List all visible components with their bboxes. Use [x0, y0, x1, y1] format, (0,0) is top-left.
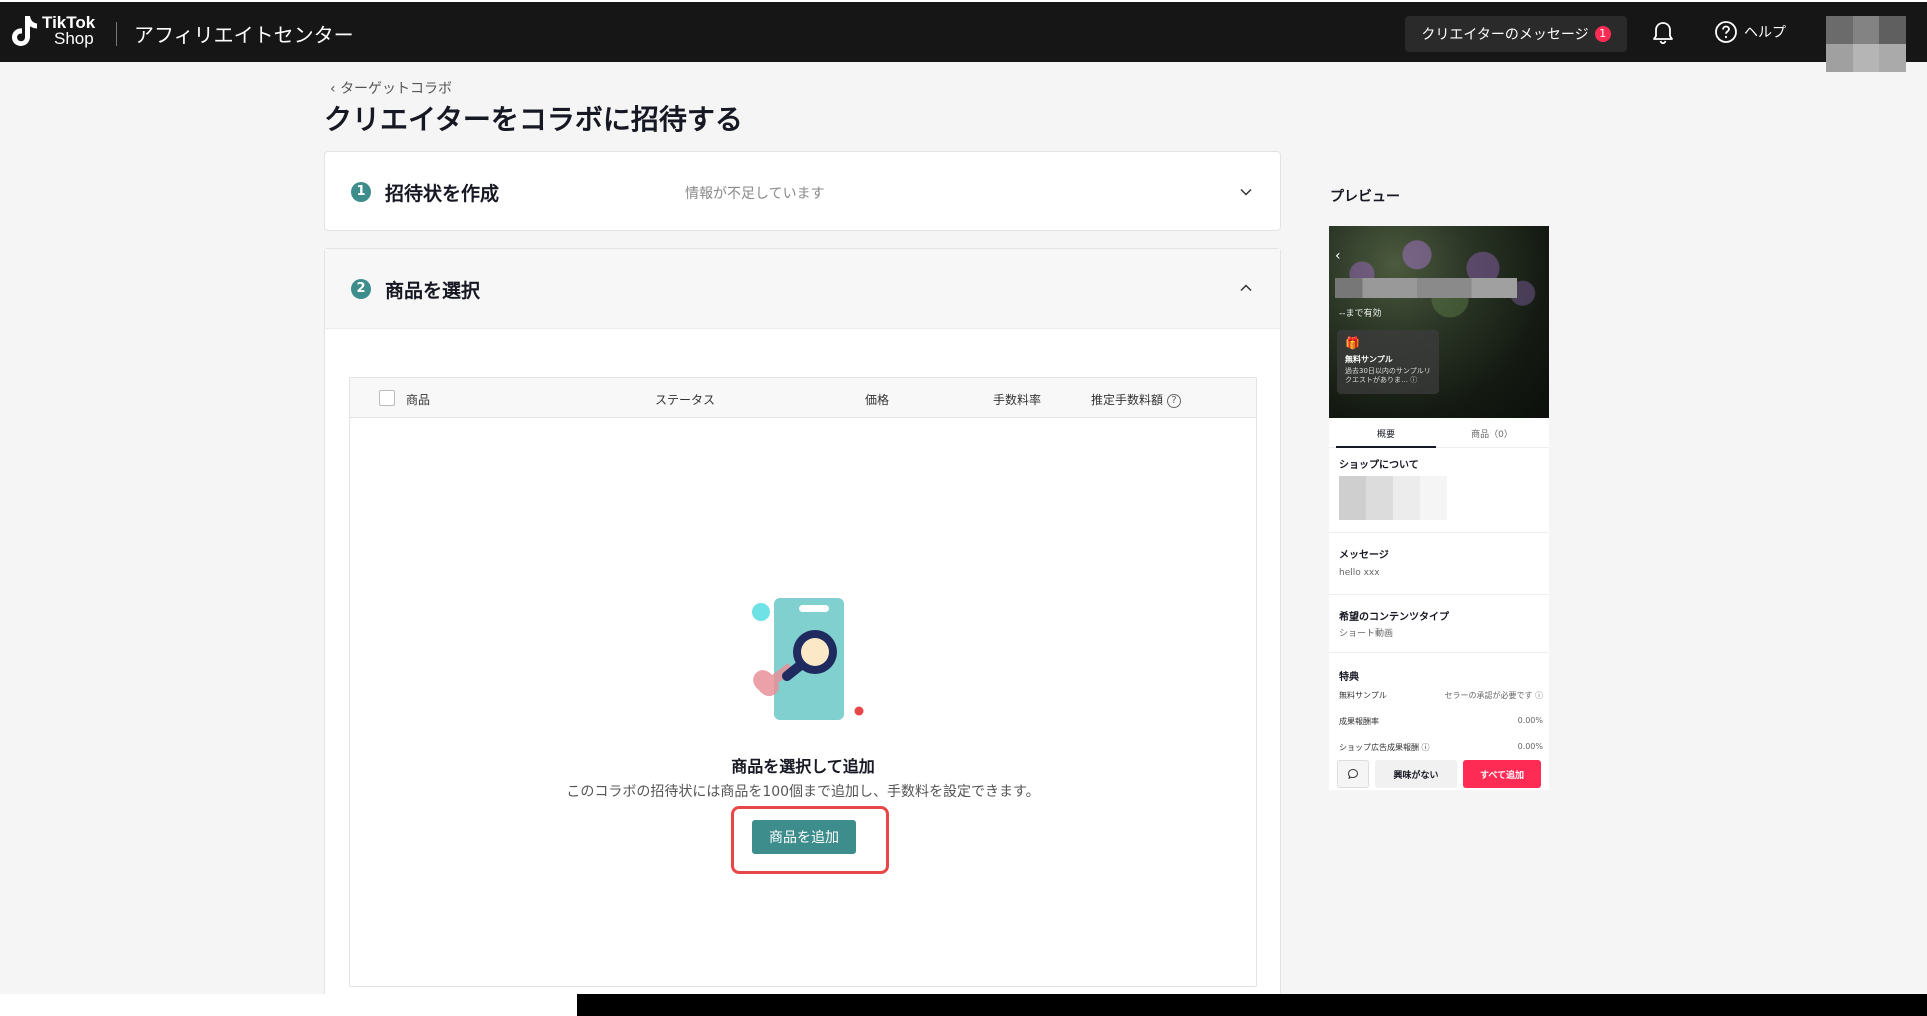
- bottom-black-bar: [577, 994, 1927, 1016]
- notification-bell-icon[interactable]: [1650, 20, 1676, 46]
- preview-tabs: 概要 商品（0）: [1329, 418, 1549, 448]
- step-number-2: 2: [351, 279, 371, 299]
- app-title: アフィリエイトセンター: [134, 23, 354, 47]
- benefit-label: 成果報酬率: [1339, 717, 1379, 726]
- column-header-product: 商品: [406, 393, 431, 407]
- benefit-value: 0.00%: [1517, 716, 1543, 725]
- breadcrumb-back-label: ターゲットコラボ: [340, 81, 453, 97]
- shop-about-title: ショップについて: [1339, 460, 1419, 471]
- bottom-strip: [0, 994, 577, 1016]
- step-title-select-products: 商品を選択: [385, 280, 481, 302]
- column-header-price: 価格: [865, 393, 890, 407]
- product-table: 商品 ステータス 価格 手数料率 推定手数料額? 商品を選択して追加 このコラボ…: [349, 377, 1257, 987]
- preview-valid-until: --まで有効: [1339, 309, 1382, 319]
- chat-icon: [1337, 760, 1369, 788]
- divider: [1329, 594, 1549, 595]
- add-all-button: すべて追加: [1463, 760, 1541, 788]
- column-header-status: ステータス: [655, 393, 716, 407]
- help-question-icon[interactable]: ?: [1167, 393, 1182, 408]
- preview-hero-image: ‹ --まで有効 🎁 無料サンプル 過去30日以内のサンプルリクエストがありま……: [1329, 226, 1549, 418]
- breadcrumb[interactable]: ‹ ターゲットコラボ: [330, 78, 452, 98]
- free-sample-card: 🎁 無料サンプル 過去30日以内のサンプルリクエストがありま… ⓘ: [1337, 330, 1439, 394]
- preview-tab-overview: 概要: [1336, 427, 1436, 448]
- empty-state-title: 商品を選択して追加: [731, 757, 875, 776]
- benefits-title: 特典: [1339, 672, 1359, 683]
- messages-count-badge: 1: [1594, 26, 1611, 42]
- divider: [1329, 652, 1549, 653]
- benefit-value: 0.00%: [1517, 742, 1543, 751]
- step-select-products-header[interactable]: 2 商品を選択: [325, 249, 1280, 329]
- preview-label: プレビュー: [1330, 189, 1400, 205]
- message-title: メッセージ: [1339, 550, 1389, 561]
- preview-tab-products: 商品（0）: [1471, 430, 1513, 440]
- divider: [1329, 532, 1549, 533]
- select-all-checkbox[interactable]: [379, 390, 395, 406]
- benefit-value: セラーの承認が必要です ⓘ: [1444, 691, 1543, 700]
- preview-action-bar: 興味がない すべて追加: [1337, 760, 1545, 788]
- empty-state-description: このコラボの招待状には商品を100個まで追加し、手数料を設定できます。: [566, 784, 1040, 800]
- step-create-invitation[interactable]: 1 招待状を作成 情報が不足しています: [324, 151, 1281, 231]
- tiktok-note-icon: [11, 16, 37, 47]
- message-text: hello xxx: [1339, 568, 1380, 578]
- free-sample-title: 無料サンプル: [1345, 355, 1393, 364]
- creator-messages-button[interactable]: クリエイターのメッセージ 1: [1405, 16, 1627, 52]
- empty-state-illustration: [752, 598, 864, 720]
- free-sample-description: 過去30日以内のサンプルリクエストがありま… ⓘ: [1345, 367, 1431, 384]
- help-question-icon: [1715, 21, 1737, 43]
- shop-images-redacted: [1339, 476, 1447, 520]
- benefit-row: 成果報酬率 0.00%: [1339, 716, 1543, 727]
- benefit-row: 無料サンプル セラーの承認が必要です ⓘ: [1339, 690, 1543, 701]
- benefit-label: 無料サンプル: [1339, 691, 1387, 700]
- step-title-create-invitation: 招待状を作成: [385, 183, 500, 205]
- invitation-preview: ‹ --まで有効 🎁 無料サンプル 過去30日以内のサンプルリクエストがありま……: [1329, 226, 1549, 790]
- chevron-left-icon: ‹: [1335, 248, 1341, 264]
- benefit-label: ショップ広告成果報酬 ⓘ: [1339, 743, 1430, 752]
- help-link[interactable]: ヘルプ: [1714, 20, 1786, 44]
- top-navigation-bar: TikTok Shop アフィリエイトセンター クリエイターのメッセージ 1 ヘ…: [0, 0, 1927, 72]
- step-incomplete-hint: 情報が不足しています: [685, 186, 825, 202]
- chevron-left-icon: ‹: [330, 81, 341, 97]
- tiktok-shop-logo[interactable]: TikTok Shop: [8, 14, 95, 48]
- not-interested-button: 興味がない: [1375, 760, 1457, 788]
- page-title: クリエイターをコラボに招待する: [324, 103, 743, 136]
- shop-name-redacted: [1335, 278, 1517, 298]
- user-avatar[interactable]: [1826, 16, 1906, 72]
- help-label: ヘルプ: [1744, 25, 1786, 41]
- product-table-header: 商品 ステータス 価格 手数料率 推定手数料額?: [350, 378, 1256, 418]
- chevron-down-icon[interactable]: [1239, 185, 1253, 199]
- content-type-text: ショート動画: [1339, 629, 1394, 639]
- chat-bubble-icon: [1347, 768, 1359, 780]
- content-type-title: 希望のコンテンツタイプ: [1339, 612, 1449, 623]
- benefit-row: ショップ広告成果報酬 ⓘ 0.00%: [1339, 742, 1543, 753]
- creator-messages-label: クリエイターのメッセージ: [1421, 27, 1589, 43]
- step-number-1: 1: [351, 182, 371, 202]
- chevron-up-icon[interactable]: [1239, 281, 1253, 295]
- column-header-commission-rate: 手数料率: [993, 393, 1042, 407]
- estimated-commission-label: 推定手数料額: [1091, 393, 1164, 407]
- header-divider: [116, 22, 117, 46]
- column-header-estimated-commission: 推定手数料額?: [1091, 391, 1182, 408]
- logo-text-shop: Shop: [54, 29, 94, 48]
- step-select-products: 2 商品を選択 商品 ステータス 価格 手数料率 推定手数料額? 商品を選択して…: [324, 248, 1281, 1008]
- gift-icon: 🎁: [1345, 336, 1360, 350]
- add-product-button[interactable]: 商品を追加: [752, 820, 856, 854]
